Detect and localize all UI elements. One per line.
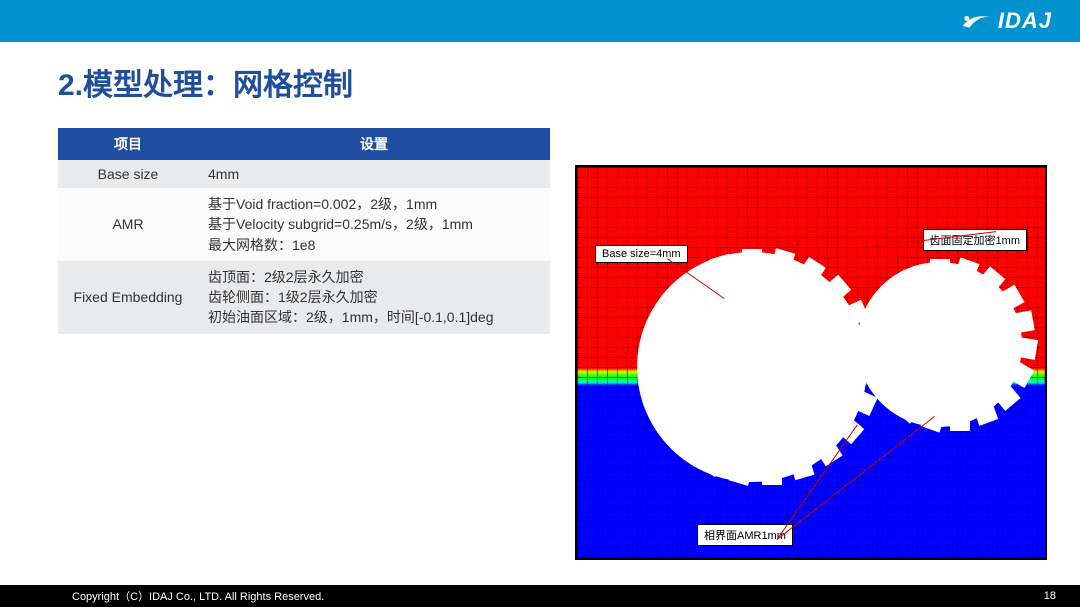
small-gear-icon	[857, 262, 1022, 427]
callout-base-size: Base size=4mm	[595, 245, 688, 263]
table-row: Fixed Embedding 齿顶面：2级2层永久加密齿轮侧面：1级2层永久加…	[58, 261, 550, 334]
config-table: 项目 设置 Base size 4mm AMR 基于Void fraction=…	[58, 128, 550, 334]
cell-value: 齿顶面：2级2层永久加密齿轮侧面：1级2层永久加密初始油面区域：2级，1mm，时…	[198, 261, 550, 334]
cell-value: 4mm	[198, 160, 550, 188]
footer-bar: Copyright（C）IDAJ Co., LTD. All Rights Re…	[0, 585, 1080, 607]
callout-fixed-embed: 齿面固定加密1mm	[923, 229, 1027, 251]
large-gear-icon	[637, 252, 867, 482]
copyright-text: Copyright（C）IDAJ Co., LTD. All Rights Re…	[72, 588, 324, 604]
brand-logo: IDAJ	[961, 8, 1052, 34]
cell-item: Base size	[58, 160, 198, 188]
cell-value: 基于Void fraction=0.002，2级，1mm基于Velocity s…	[198, 188, 550, 261]
table-row: AMR 基于Void fraction=0.002，2级，1mm基于Veloci…	[58, 188, 550, 261]
col-header-item: 项目	[58, 128, 198, 160]
top-bar: IDAJ	[0, 0, 1080, 42]
cell-item: AMR	[58, 188, 198, 261]
simulation-figure: Base size=4mm 齿面固定加密1mm 相界面AMR1mm	[575, 165, 1047, 560]
config-table-wrap: 项目 设置 Base size 4mm AMR 基于Void fraction=…	[58, 128, 550, 334]
slide-title: 2.模型处理：网格控制	[58, 60, 353, 104]
slide: IDAJ 2.模型处理：网格控制 项目 设置 Base size 4mm AMR…	[0, 0, 1080, 607]
page-number: 18	[1044, 590, 1056, 602]
brand-text: IDAJ	[998, 8, 1052, 34]
table-row: Base size 4mm	[58, 160, 550, 188]
swoosh-icon	[961, 11, 994, 31]
col-header-value: 设置	[198, 128, 550, 160]
cell-item: Fixed Embedding	[58, 261, 198, 334]
